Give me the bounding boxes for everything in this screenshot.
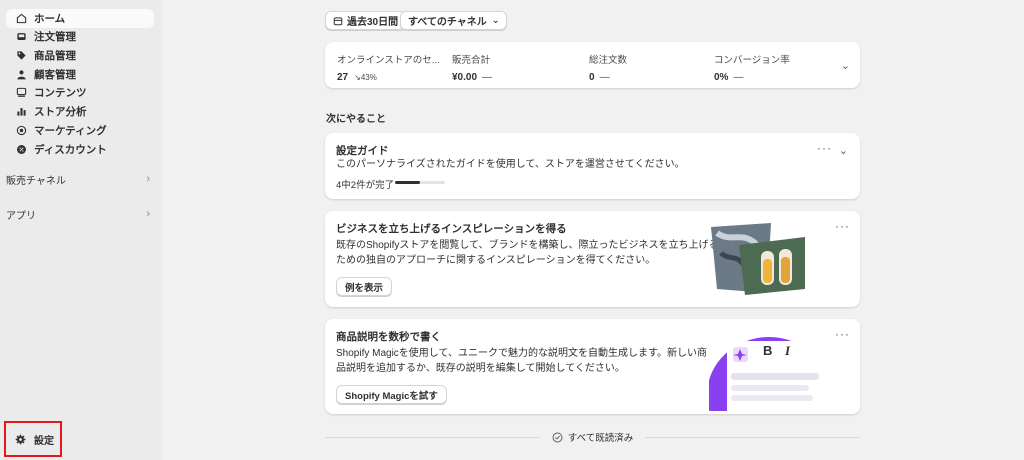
metric-trend: — <box>733 72 744 83</box>
show-examples-button[interactable]: 例を表示 <box>336 277 393 296</box>
next-steps-heading: 次にやること <box>326 114 386 125</box>
italic-format-icon: I <box>785 343 791 358</box>
inbox-icon <box>14 30 28 44</box>
divider <box>325 436 540 438</box>
sidebar-item-content[interactable]: コンテンツ <box>6 83 154 102</box>
sales-channels-section[interactable]: 販売チャネル › <box>0 171 156 187</box>
sidebar-item-label: 商品管理 <box>34 50 76 62</box>
sidebar-item-label: 顧客管理 <box>34 69 76 81</box>
apps-label: アプリ <box>6 210 36 222</box>
metric-total-sales[interactable]: 販売合計 ¥0.00 — <box>452 52 562 83</box>
discount-icon <box>14 143 28 157</box>
inspiration-card[interactable]: ビジネスを立ち上げるインスピレーションを得る 既存のShopifyストアを閲覧し… <box>325 211 860 307</box>
metric-value: 27 <box>337 72 349 83</box>
channel-filter-button[interactable]: すべてのチャネル ⌄ <box>400 11 508 30</box>
inspiration-line-1: 既存のShopifyストアを閲覧して、ブランドを構築し、際立ったビジネスを立ち上… <box>336 240 719 251</box>
metric-label: 総注文数 <box>589 55 628 66</box>
progress-text: 4中2件が完了 <box>336 180 395 191</box>
apps-section[interactable]: アプリ › <box>0 206 156 222</box>
metric-trend: — <box>482 72 493 83</box>
metric-value: ¥0.00 <box>452 72 478 83</box>
metric-online-store-sessions[interactable]: オンラインストアのセ... 27 ↘43% <box>337 52 447 83</box>
sidebar-item-analytics[interactable]: ストア分析 <box>6 102 154 121</box>
bar-chart-icon <box>14 105 28 119</box>
sidebar-item-label: ディスカウント <box>34 144 107 156</box>
magic-line-1: Shopify Magicを使用して、ユニークで魅力的な説明文を自動生成します。… <box>336 348 708 359</box>
sidebar-item-settings[interactable]: 設定 <box>4 421 62 457</box>
tag-icon <box>14 49 28 63</box>
settings-label: 設定 <box>34 435 54 447</box>
inspiration-illustration <box>711 223 805 295</box>
sidebar-item-discounts[interactable]: ディスカウント <box>6 140 154 159</box>
setup-guide-title: 設定ガイド <box>336 145 389 157</box>
date-range-label: 過去30日間 <box>347 17 399 28</box>
metric-value: 0% <box>714 72 729 83</box>
chevron-down-icon: ⌄ <box>491 15 500 25</box>
main-content: 過去30日間 すべてのチャネル ⌄ オンラインストアのセ... 27 ↘43% 販… <box>162 0 1024 460</box>
metric-label: オンラインストアのセ... <box>337 55 440 66</box>
metric-conversion-rate[interactable]: コンバージョン率 0% — <box>714 52 824 83</box>
sidebar-item-label: ストア分析 <box>34 106 87 118</box>
more-options-icon[interactable]: ··· <box>835 327 850 341</box>
chevron-right-icon: › <box>146 173 150 185</box>
metric-value: 0 <box>589 72 595 83</box>
sidebar-item-customers[interactable]: 顧客管理 <box>6 65 154 84</box>
chevron-down-icon[interactable]: ⌄ <box>839 144 848 157</box>
metric-trend: — <box>599 72 610 83</box>
magic-title: 商品説明を数秒で書く <box>336 331 441 343</box>
sidebar-item-products[interactable]: 商品管理 <box>6 46 154 65</box>
metrics-card[interactable]: オンラインストアのセ... 27 ↘43% 販売合計 ¥0.00 — 総注文数 0 —… <box>325 42 860 88</box>
target-icon <box>14 124 28 138</box>
shopify-magic-card[interactable]: 商品説明を数秒で書く Shopify Magicを使用して、ユニークで魅力的な説… <box>325 319 860 414</box>
sidebar-item-label: コンテンツ <box>34 87 87 99</box>
more-options-icon[interactable]: ··· <box>835 219 850 233</box>
chevron-down-icon[interactable]: ⌄ <box>841 59 850 72</box>
bold-format-icon: B <box>763 343 773 358</box>
progress-fill <box>395 181 420 184</box>
calendar-icon <box>333 16 343 25</box>
sidebar-item-label: 注文管理 <box>34 31 76 43</box>
sales-channels-label: 販売チャネル <box>6 175 66 187</box>
more-options-icon[interactable]: ··· <box>817 141 832 155</box>
content-icon <box>14 86 28 100</box>
sidebar-item-label: マーケティング <box>34 125 107 137</box>
metric-label: コンバージョン率 <box>714 55 790 66</box>
metric-label: 販売合計 <box>452 55 491 66</box>
sidebar-item-marketing[interactable]: マーケティング <box>6 121 154 140</box>
metric-trend: 43% <box>360 73 377 82</box>
trend-down-icon: ↘ <box>354 73 361 82</box>
setup-guide-description: このパーソナライズされたガイドを使用して、ストアを運営させてください。 <box>336 159 685 170</box>
magic-line-2: 品説明を追加するか、既存の説明を編集して開始してください。 <box>336 363 625 374</box>
metric-total-orders[interactable]: 総注文数 0 — <box>589 52 699 83</box>
sidebar-item-orders[interactable]: 注文管理 <box>6 27 154 46</box>
person-icon <box>14 68 28 82</box>
home-icon <box>14 12 28 26</box>
chevron-right-icon: › <box>146 208 150 220</box>
channel-filter-label: すべてのチャネル <box>408 17 487 28</box>
sidebar-item-home[interactable]: ホーム <box>6 9 154 28</box>
all-read-footer: すべて既読済み <box>325 430 860 444</box>
divider <box>645 436 860 438</box>
setup-guide-card[interactable]: 設定ガイド このパーソナライズされたガイドを使用して、ストアを運営させてください… <box>325 133 860 199</box>
gear-icon <box>15 432 29 446</box>
progress-bar <box>395 181 445 184</box>
check-circle-icon <box>552 432 563 442</box>
sidebar-item-label: ホーム <box>34 13 66 25</box>
magic-illustration: B I <box>709 333 819 411</box>
inspiration-title: ビジネスを立ち上げるインスピレーションを得る <box>336 223 567 235</box>
all-read-label: すべて既読済み <box>567 433 634 444</box>
date-range-button[interactable]: 過去30日間 <box>325 11 407 30</box>
sidebar: ホーム 注文管理 商品管理 顧客管理 コンテンツ ストア分析 マーケティング デ… <box>0 0 162 460</box>
inspiration-line-2: ための独自のアプローチに関するインスピレーションを得てください。 <box>336 255 656 266</box>
try-shopify-magic-button[interactable]: Shopify Magicを試す <box>336 385 447 404</box>
